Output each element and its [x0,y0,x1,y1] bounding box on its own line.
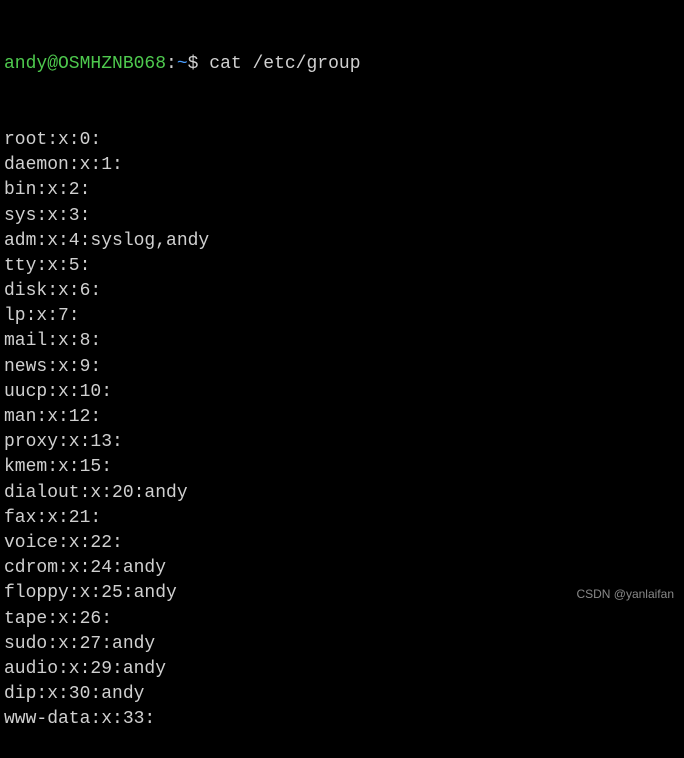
prompt-separator: : [166,54,177,74]
output-line: bin:x:2: [4,178,680,203]
watermark-text: CSDN @yanlaifan [576,586,674,603]
output-line: lp:x:7: [4,304,680,329]
command-line: andy@OSMHZNB068:~$ cat /etc/group [4,52,680,77]
output-line: mail:x:8: [4,329,680,354]
prompt-path: ~ [177,54,188,74]
output-line: sys:x:3: [4,204,680,229]
output-line: kmem:x:15: [4,455,680,480]
output-line: www-data:x:33: [4,707,680,732]
output-line: voice:x:22: [4,531,680,556]
output-line: daemon:x:1: [4,153,680,178]
output-line: dialout:x:20:andy [4,481,680,506]
output-line: fax:x:21: [4,506,680,531]
output-line: root:x:0: [4,128,680,153]
output-line: adm:x:4:syslog,andy [4,229,680,254]
output-line: tape:x:26: [4,607,680,632]
output-line: disk:x:6: [4,279,680,304]
output-line: cdrom:x:24:andy [4,556,680,581]
terminal-window[interactable]: andy@OSMHZNB068:~$ cat /etc/group root:x… [4,2,680,758]
output-line: news:x:9: [4,355,680,380]
prompt-symbol: $ [188,54,210,74]
output-line: man:x:12: [4,405,680,430]
output-line: proxy:x:13: [4,430,680,455]
command-text: cat /etc/group [209,54,360,74]
output-line: audio:x:29:andy [4,657,680,682]
prompt-user-host: andy@OSMHZNB068 [4,54,166,74]
output-line: dip:x:30:andy [4,682,680,707]
output-line: uucp:x:10: [4,380,680,405]
output-line: tty:x:5: [4,254,680,279]
command-output: root:x:0:daemon:x:1:bin:x:2:sys:x:3:adm:… [4,128,680,733]
output-line: sudo:x:27:andy [4,632,680,657]
